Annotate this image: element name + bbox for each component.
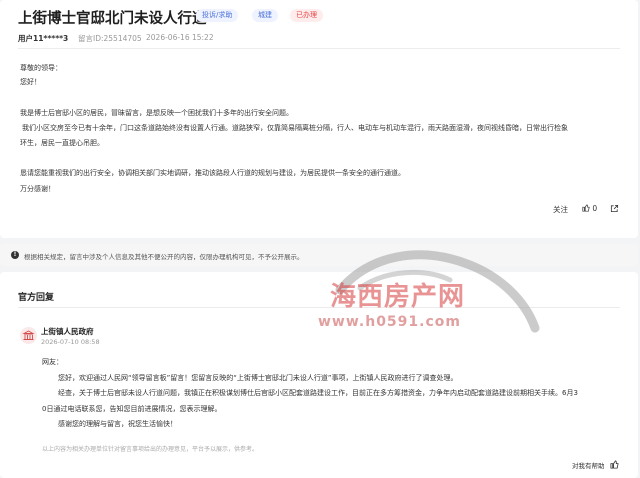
reply-salutation: 网友： (42, 358, 63, 366)
divider (18, 48, 620, 49)
thumbs-up-icon (610, 460, 619, 469)
thumbs-up-icon (582, 204, 590, 212)
reply-date: 2026-07-10 08:58 (41, 338, 100, 346)
post-greeting: 尊敬的领导： (20, 64, 62, 72)
reply-paragraph: 经查，关于博士后官邸未设人行道问题，我镇正在积极谋划博仕后官邸小区配套道路建设工… (58, 389, 578, 397)
post-date: 2026-06-16 15:22 (146, 33, 214, 42)
like-button[interactable]: 0 (582, 204, 597, 213)
post-paragraph: 万分感谢！ (20, 185, 55, 193)
field-tag[interactable]: 城建 (252, 9, 278, 22)
share-icon (610, 204, 619, 213)
reply-organization: 上街镇人民政府 (41, 327, 94, 336)
share-button[interactable] (610, 204, 619, 215)
post-author: 用户11*****3 (18, 34, 69, 43)
privacy-notice: ! 根据相关规定，留言中涉及个人信息及其他不便公开的内容，仅限办理机构可见，不予… (0, 244, 638, 266)
official-reply-card: 官方回复 上街镇人民政府 2026-07-10 08:58 网友： 您好，欢迎通… (0, 272, 638, 478)
post-title: 上街博士官邸北门未设人行道 (18, 11, 207, 27)
reply-paragraph: 您好，欢迎通过人民网“领导留言板”留言！您留言反映的“上街博士官邸北门未设人行道… (58, 374, 458, 382)
status-badge: 已办理 (290, 9, 323, 22)
reply-disclaimer: 以上内容为相关办理单位针对留言事项给出的办理意见，平台予以展示，供参考。 (42, 446, 259, 453)
notice-text: 根据相关规定，留言中涉及个人信息及其他不便公开的内容，仅限办理机构可见，不予公开… (24, 253, 304, 261)
follow-button[interactable]: 关注 (553, 204, 568, 215)
helpful-label: 对我有帮助 (572, 462, 605, 470)
reply-paragraph: 0日通过电话联系您，告知您目前进展情况，您表示理解。 (42, 405, 222, 413)
government-building-icon (20, 327, 37, 344)
watermark-url: www.h0591.com (318, 314, 461, 330)
post-card: 上街博士官邸北门未设人行道 投诉/求助 城建 已办理 用户11*****3 留言… (0, 0, 638, 238)
helpful-button[interactable]: 对我有帮助 (572, 460, 619, 470)
post-hello: 您好！ (20, 78, 41, 86)
post-paragraph: 我们小区交房至今已有十余年，门口这条道路始终没有设置人行通。道路狭窄，仅靠简易隔… (22, 124, 568, 132)
post-paragraph: 我是博士后官邸小区的居民，冒昧留言，是想反映一个困扰我们十多年的出行安全问题。 (20, 109, 293, 117)
reply-paragraph: 感谢您的理解与留言，祝您生活愉快！ (58, 420, 177, 428)
watermark-text: 海西房产网 (330, 282, 466, 312)
message-id: 留言ID:25514705 (78, 34, 142, 43)
info-icon: ! (11, 251, 19, 259)
category-tag[interactable]: 投诉/求助 (196, 9, 239, 22)
post-paragraph: 环生，居民一直提心吊胆。 (20, 139, 104, 147)
reply-content: 网友： 您好，欢迎通过人民网“领导留言板”留言！您留言反映的“上街博士官邸北门未… (34, 352, 620, 432)
like-count: 0 (592, 204, 598, 213)
divider (18, 307, 620, 308)
reply-heading: 官方回复 (18, 293, 55, 303)
post-paragraph: 恳请您能重视我们的出行安全，协调相关部门实地调研，推动该路段人行道的规划与建设，… (20, 169, 405, 177)
